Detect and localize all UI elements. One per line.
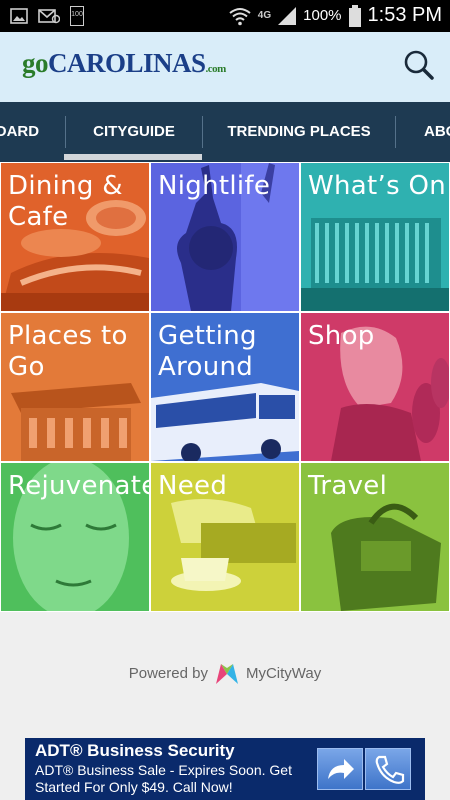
powered-by-label: Powered by [128,664,208,682]
active-tab-indicator [64,154,202,160]
signal-icon [278,6,297,25]
logo-go: go [22,48,49,78]
email-icon [38,9,60,24]
phone-icon [375,755,405,784]
tile-label: Need [158,471,228,501]
category-grid: Dining & Cafe Nightlife What’s On Places… [0,162,450,612]
tile-places-to-go[interactable]: Places to Go [1,313,149,461]
tile-travel[interactable]: Travel [301,463,449,611]
tile-rejuvenate[interactable]: Rejuvenate [1,463,149,611]
image-icon [10,8,28,24]
tile-label: Nightlife [158,171,271,201]
search-button[interactable] [402,48,436,82]
powered-by: Powered by MyCityWay [0,660,450,686]
tile-dining-cafe[interactable]: Dining & Cafe [1,163,149,311]
battery-small-icon: 100 [70,6,84,26]
tab-dashboard[interactable]: OARD [0,102,40,162]
app-logo[interactable]: goCAROLINAS.com [22,48,226,79]
app-header: goCAROLINAS.com [0,32,450,102]
tile-need[interactable]: Need [151,463,299,611]
tile-whats-on[interactable]: What’s On [301,163,449,311]
logo-suffix: .com [205,63,227,75]
ad-title: ADT® Business Security [35,741,235,760]
tile-label: Dining & Cafe [8,171,123,232]
mycityway-brand[interactable]: MyCityWay [246,665,321,682]
tile-nightlife[interactable]: Nightlife [151,163,299,311]
battery-badge: 100 [71,11,83,18]
ad-open-button[interactable] [317,748,363,790]
tile-label: Rejuvenate [8,471,149,501]
tile-label: Places to Go [8,321,128,382]
tab-cityguide[interactable]: CITYGUIDE [66,102,202,162]
tile-label: Shop [308,321,375,351]
tile-getting-around[interactable]: Getting Around [151,313,299,461]
wifi-icon [229,7,251,25]
arrow-icon [328,759,354,779]
app-screen: 100 4G 100% 1:53 PM goCAROLINAS.com OARD… [0,0,450,800]
network-type-label: 4G [257,10,272,21]
tile-label: Travel [308,471,388,501]
tab-trending-places[interactable]: TRENDING PLACES [203,102,395,162]
mycityway-logo-icon [215,664,238,684]
logo-name: CAROLINAS [48,48,206,78]
status-bar: 100 4G 100% 1:53 PM [0,0,450,32]
search-icon [404,50,434,80]
battery-percent: 100% [303,7,342,24]
ad-banner[interactable]: ADT® Business Security ADT® Business Sal… [25,738,425,800]
tile-shop[interactable]: Shop [301,313,449,461]
tile-label: Getting Around [158,321,257,382]
tab-about[interactable]: ABO [396,102,450,162]
battery-icon [348,4,361,27]
tile-label: What’s On [308,171,447,201]
tab-bar: OARD CITYGUIDE TRENDING PLACES ABO [0,102,450,162]
ad-body: ADT® Business Sale - Expires Soon. Get S… [35,762,292,795]
ad-call-button[interactable] [365,748,411,790]
clock: 1:53 PM [367,4,442,26]
